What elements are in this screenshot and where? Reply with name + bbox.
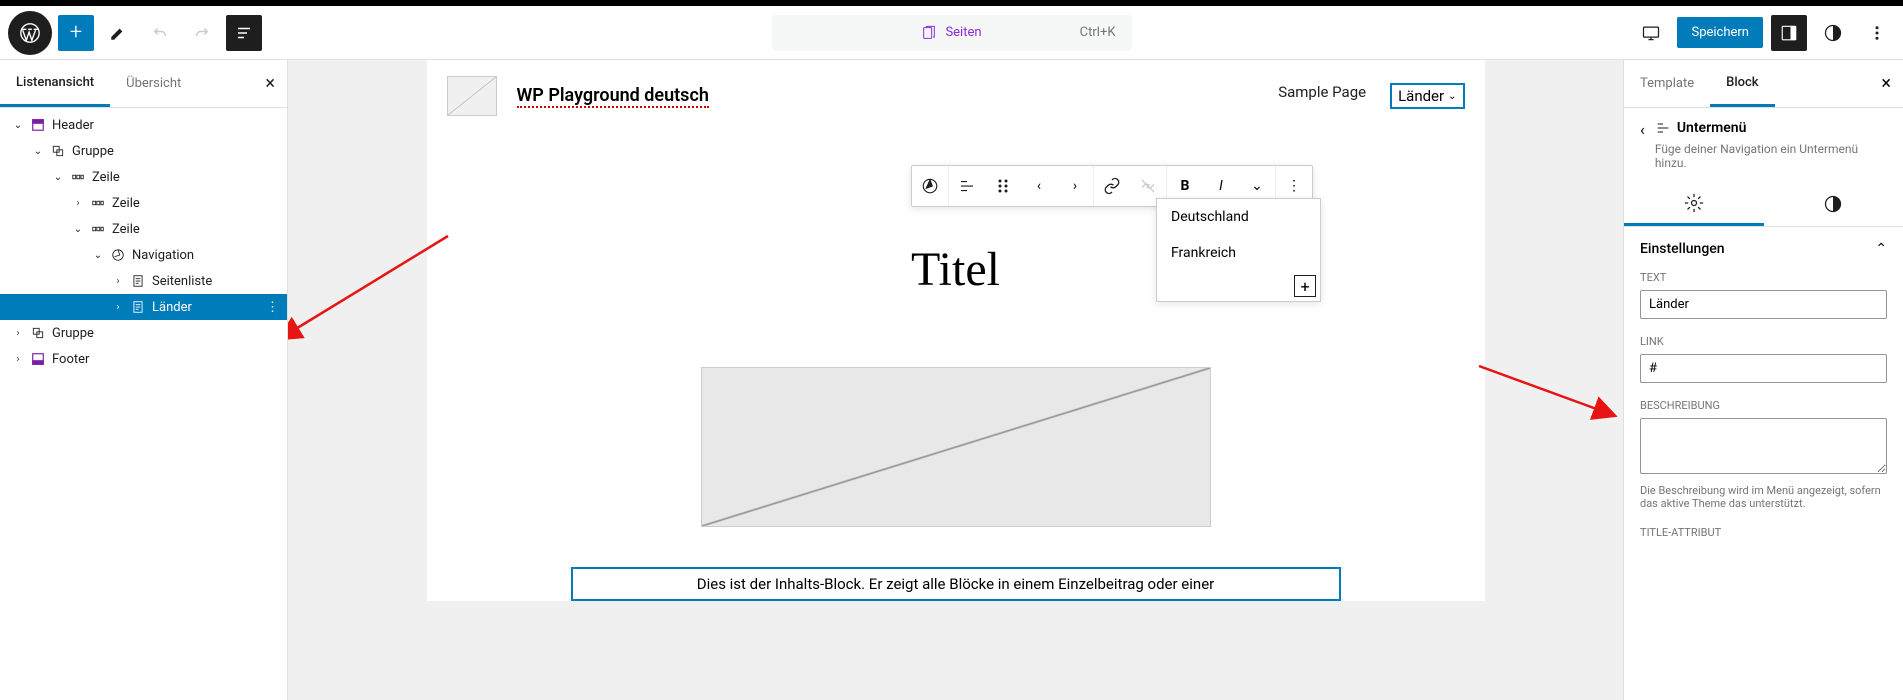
tree-item-countries[interactable]: › Länder ⋮ xyxy=(0,294,287,320)
close-icon[interactable]: × xyxy=(1881,73,1891,94)
chevron-down-icon[interactable]: ⌄ xyxy=(48,172,68,183)
add-block-button[interactable]: + xyxy=(58,15,94,51)
tree-item-group[interactable]: › Gruppe xyxy=(0,320,287,346)
block-title: Untermenü xyxy=(1677,120,1747,136)
undo-button[interactable] xyxy=(142,15,178,51)
chevron-up-icon: ⌃ xyxy=(1875,241,1887,257)
group-icon xyxy=(28,326,48,340)
command-label: Seiten xyxy=(945,25,981,40)
dropdown-item-france[interactable]: Frankreich xyxy=(1157,235,1320,271)
submenu-icon[interactable] xyxy=(949,166,985,206)
row-icon xyxy=(88,222,108,236)
desktop-view-icon[interactable] xyxy=(1633,15,1669,51)
tree-item-navigation[interactable]: ⌄ Navigation xyxy=(0,242,287,268)
styles-tab-icon[interactable] xyxy=(1764,182,1903,226)
description-textarea[interactable] xyxy=(1640,418,1887,474)
submenu-icon xyxy=(1655,120,1671,136)
tab-listview[interactable]: Listenansicht xyxy=(0,60,110,107)
list-view-panel: Listenansicht Übersicht × ⌄ Header ⌄ Gru… xyxy=(0,60,288,700)
page-title[interactable]: Titel xyxy=(427,242,1485,297)
link-input[interactable] xyxy=(1640,354,1887,383)
chevron-down-icon[interactable]: ⌄ xyxy=(88,250,108,261)
chevron-right-icon[interactable]: › xyxy=(108,302,128,313)
top-toolbar: + Seiten Ctrl+K Speichern xyxy=(0,6,1903,60)
text-field-label: TEXT xyxy=(1640,271,1887,284)
submenu-dropdown: Deutschland Frankreich + xyxy=(1156,198,1321,302)
description-field-label: BESCHREIBUNG xyxy=(1640,399,1887,412)
chevron-right-icon[interactable]: › xyxy=(68,198,88,209)
block-info: ‹ Untermenü Füge deiner Navigation ein U… xyxy=(1624,108,1903,182)
site-title[interactable]: WP Playground deutsch xyxy=(517,85,709,108)
tree-item-group[interactable]: ⌄ Gruppe xyxy=(0,138,287,164)
nav-submenu-countries[interactable]: Länder ⌄ xyxy=(1390,83,1464,109)
wp-logo[interactable] xyxy=(8,11,52,55)
block-description: Füge deiner Navigation ein Untermenü hin… xyxy=(1655,142,1887,170)
text-input[interactable] xyxy=(1640,290,1887,319)
tree-item-header[interactable]: ⌄ Header xyxy=(0,112,287,138)
navigation-block-icon[interactable] xyxy=(912,166,948,206)
row-icon xyxy=(88,196,108,210)
list-view-toggle[interactable] xyxy=(226,15,262,51)
add-submenu-item-button[interactable]: + xyxy=(1294,275,1316,297)
navigation-icon xyxy=(108,248,128,262)
footer-icon xyxy=(28,352,48,366)
tree-item-row[interactable]: ⌄ Zeile xyxy=(0,216,287,242)
page-header: WP Playground deutsch Sample Page Länder… xyxy=(427,60,1485,132)
editor-canvas: WP Playground deutsch Sample Page Länder… xyxy=(288,60,1623,700)
image-placeholder[interactable] xyxy=(701,367,1211,527)
pages-icon xyxy=(921,25,937,41)
tab-overview[interactable]: Übersicht xyxy=(110,60,197,107)
move-left-icon[interactable]: ‹ xyxy=(1021,166,1057,206)
tree-item-footer[interactable]: › Footer xyxy=(0,346,287,372)
settings-panel-toggle[interactable] xyxy=(1771,15,1807,51)
chevron-down-icon[interactable]: ⌄ xyxy=(28,146,48,157)
chevron-right-icon[interactable]: › xyxy=(8,328,28,339)
settings-panel: Template Block × ‹ Untermenü Füge deiner… xyxy=(1623,60,1903,700)
titleattr-field-label: TITLE-ATTRIBUT xyxy=(1640,526,1887,539)
command-shortcut: Ctrl+K xyxy=(1080,25,1116,40)
chevron-down-icon[interactable]: ⌄ xyxy=(68,224,88,235)
annotation-arrow xyxy=(1473,360,1623,430)
header-icon xyxy=(28,118,48,132)
chevron-right-icon[interactable]: › xyxy=(8,354,28,365)
chevron-down-icon[interactable]: ⌄ xyxy=(8,120,28,131)
pagelist-icon xyxy=(128,274,148,288)
back-icon[interactable]: ‹ xyxy=(1640,120,1645,170)
pagelist-icon xyxy=(128,300,148,314)
more-icon[interactable]: ⋮ xyxy=(266,300,279,315)
move-right-icon[interactable]: › xyxy=(1057,166,1093,206)
nav-link-sample[interactable]: Sample Page xyxy=(1278,83,1366,109)
command-palette[interactable]: Seiten Ctrl+K xyxy=(772,15,1132,51)
tree-item-row[interactable]: ⌄ Zeile xyxy=(0,164,287,190)
settings-section-header[interactable]: Einstellungen ⌃ xyxy=(1640,227,1887,271)
site-logo-placeholder[interactable] xyxy=(447,76,497,116)
chevron-down-icon: ⌄ xyxy=(1448,91,1456,102)
drag-handle-icon[interactable] xyxy=(985,166,1021,206)
group-icon xyxy=(48,144,68,158)
more-options-icon[interactable] xyxy=(1859,15,1895,51)
tree-item-pagelist[interactable]: › Seitenliste xyxy=(0,268,287,294)
styles-icon[interactable] xyxy=(1815,15,1851,51)
block-sub-tabs xyxy=(1624,182,1903,227)
tab-template[interactable]: Template xyxy=(1624,60,1710,107)
block-tree: ⌄ Header ⌄ Gruppe ⌄ Zeile › Zeil xyxy=(0,108,287,376)
link-field-label: LINK xyxy=(1640,335,1887,348)
row-icon xyxy=(68,170,88,184)
save-button[interactable]: Speichern xyxy=(1677,17,1763,48)
content-block[interactable]: Dies ist der Inhalts-Block. Er zeigt all… xyxy=(571,567,1341,601)
tree-item-row[interactable]: › Zeile xyxy=(0,190,287,216)
edit-icon[interactable] xyxy=(100,15,136,51)
redo-button[interactable] xyxy=(184,15,220,51)
tab-block[interactable]: Block xyxy=(1710,60,1774,107)
navigation-menu: Sample Page Länder ⌄ xyxy=(1278,83,1464,109)
link-icon[interactable] xyxy=(1094,166,1130,206)
chevron-right-icon[interactable]: › xyxy=(108,276,128,287)
dropdown-item-germany[interactable]: Deutschland xyxy=(1157,199,1320,235)
settings-tab-icon[interactable] xyxy=(1624,182,1764,226)
description-help: Die Beschreibung wird im Menü angezeigt,… xyxy=(1640,484,1887,510)
close-icon[interactable]: × xyxy=(265,73,275,94)
